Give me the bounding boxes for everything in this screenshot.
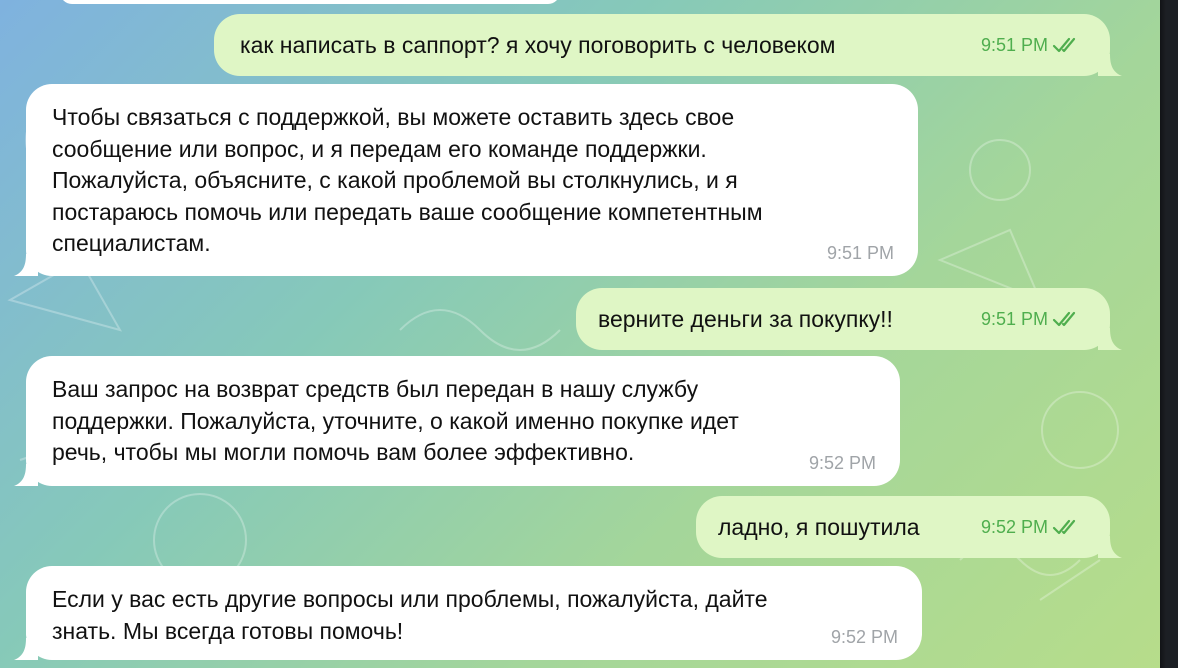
message-meta: 9:52 PM	[981, 516, 1080, 538]
message-time: 9:51 PM	[980, 309, 1048, 329]
message-text: верните деньги за покупку!!	[598, 306, 893, 332]
bubble-tail	[14, 254, 38, 276]
chat-message-list[interactable]: как написать в саппорт? я хочу поговорит…	[0, 0, 1178, 668]
message-meta: 9:52 PM	[809, 452, 876, 474]
message-time: 9:51 PM	[826, 243, 894, 263]
message-text: как написать в саппорт? я хочу поговорит…	[240, 32, 836, 58]
message-time: 9:52 PM	[808, 453, 876, 473]
bubble-tail	[1098, 328, 1122, 350]
message-text: Чтобы связаться с поддержкой, вы можете …	[52, 104, 763, 256]
double-check-icon	[1052, 519, 1076, 535]
message-meta: 9:51 PM	[981, 308, 1080, 330]
message-outgoing[interactable]: ладно, я пошутила 9:52 PM	[696, 496, 1122, 558]
bubble-tail	[1098, 536, 1122, 558]
message-text: ладно, я пошутила	[718, 514, 920, 540]
message-time: 9:51 PM	[980, 35, 1048, 55]
message-time: 9:52 PM	[980, 517, 1048, 537]
message-outgoing[interactable]: верните деньги за покупку!! 9:51 PM	[576, 288, 1122, 350]
bubble-tail	[14, 638, 38, 660]
double-check-icon	[1052, 37, 1076, 53]
message-meta: 9:52 PM	[831, 626, 898, 648]
bubble-tail	[1098, 54, 1122, 76]
message-incoming[interactable]: Если у вас есть другие вопросы или пробл…	[14, 566, 922, 660]
bubble-tail	[14, 464, 38, 486]
message-text: Если у вас есть другие вопросы или пробл…	[52, 586, 768, 644]
message-incoming[interactable]: Чтобы связаться с поддержкой, вы можете …	[14, 84, 918, 276]
message-incoming[interactable]: Ваш запрос на возврат средств был переда…	[14, 356, 900, 486]
message-time: 9:52 PM	[830, 627, 898, 647]
double-check-icon	[1052, 311, 1076, 327]
message-outgoing[interactable]: как написать в саппорт? я хочу поговорит…	[214, 14, 1122, 76]
message-remnant-top	[60, 0, 560, 4]
message-text: Ваш запрос на возврат средств был переда…	[52, 376, 739, 465]
message-meta: 9:51 PM	[981, 34, 1080, 56]
message-meta: 9:51 PM	[827, 242, 894, 264]
